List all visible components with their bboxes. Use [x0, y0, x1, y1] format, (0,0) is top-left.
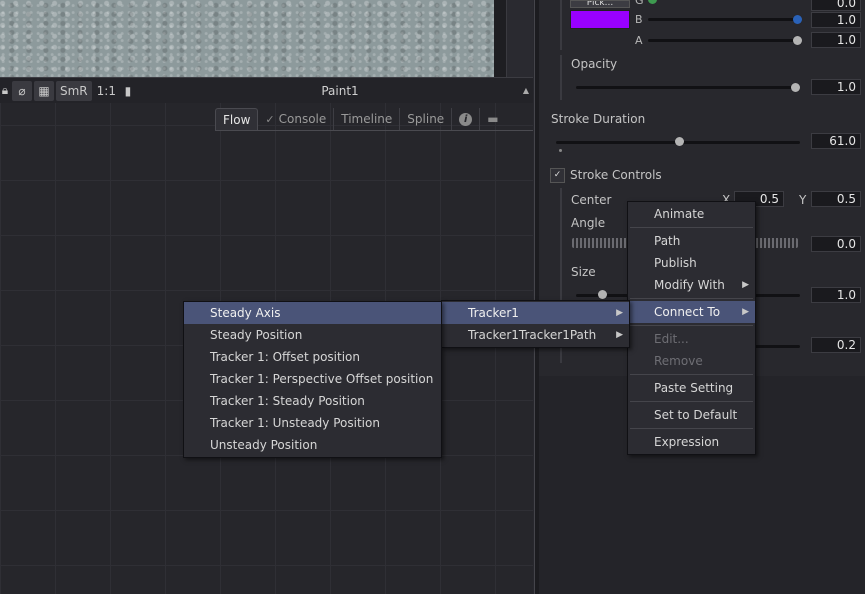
size-knob[interactable]	[598, 290, 607, 299]
menu-item-modify-with[interactable]: Modify With ▶	[628, 274, 755, 296]
connect-to-label: Connect To	[654, 305, 721, 319]
angle-label: Angle	[571, 216, 606, 230]
check-circle-icon: ✓	[265, 112, 275, 126]
lock-icon[interactable]: 🔒︎	[0, 81, 10, 101]
menu-item-path[interactable]: Path	[628, 230, 755, 252]
tabs-underline	[215, 130, 533, 131]
a-channel-value[interactable]: 1.0	[811, 32, 861, 48]
tab-timeline[interactable]: Timeline	[334, 108, 401, 130]
b-channel-knob[interactable]	[793, 15, 802, 24]
opacity-knob[interactable]	[791, 83, 800, 92]
comment-icon: ▬	[487, 112, 499, 126]
stroke-duration-value[interactable]: 61.0	[811, 133, 861, 149]
submenu-item-steady-axis[interactable]: Steady Axis	[184, 302, 441, 324]
submenu-item-unsteady-position[interactable]: Unsteady Position	[184, 434, 441, 456]
submenu-item-tracker1[interactable]: Tracker1 ▶	[442, 302, 629, 324]
center-y-value[interactable]: 0.5	[811, 191, 861, 207]
pick-button[interactable]: Pick...	[570, 0, 630, 8]
tab-spline[interactable]: Spline	[400, 108, 453, 130]
tracker1-path-label: Tracker1Tracker1Path	[468, 328, 597, 342]
a-channel-knob[interactable]	[793, 36, 802, 45]
zoom-ratio-button[interactable]: 1:1	[94, 81, 119, 101]
menu-separator	[630, 325, 753, 326]
opacity-value[interactable]: 1.0	[811, 79, 861, 95]
opacity-track[interactable]	[576, 86, 800, 89]
menu-item-expression[interactable]: Expression	[628, 431, 755, 453]
submenu-item-perspective-offset-position[interactable]: Tracker 1: Perspective Offset position	[184, 368, 441, 390]
menu-item-remove: Remove	[654, 354, 703, 368]
tab-console[interactable]: ✓ Console	[258, 108, 335, 130]
size-value[interactable]: 1.0	[811, 287, 861, 303]
menu-separator	[630, 374, 753, 375]
submenu-item-tracker1-path[interactable]: Tracker1Tracker1Path ▶	[442, 324, 629, 346]
opacity-rule	[560, 55, 562, 100]
info-icon: i	[459, 112, 473, 126]
tab-flow[interactable]: Flow	[215, 107, 259, 131]
menu-item-animate[interactable]: Animate	[628, 203, 755, 225]
submenu-item-steady-position[interactable]: Steady Position	[184, 324, 441, 346]
viewer-title: Paint1	[321, 83, 359, 98]
menu-separator	[630, 298, 753, 299]
viewer-image	[0, 0, 494, 77]
stroke-duration-knob[interactable]	[675, 137, 684, 146]
tab-comments[interactable]: ▬	[480, 108, 505, 130]
menu-item-publish[interactable]: Publish	[628, 252, 755, 274]
center-label: Center	[571, 193, 612, 207]
g-channel-label: G	[635, 0, 644, 7]
checker-icon[interactable]: ▦	[34, 80, 54, 101]
menu-separator	[630, 227, 753, 228]
menu-separator	[630, 428, 753, 429]
b-channel-track[interactable]	[648, 18, 800, 21]
a-channel-label: A	[635, 34, 643, 47]
size-label: Size	[571, 265, 596, 279]
tab-console-label: Console	[278, 112, 327, 126]
keyframe-dot-icon	[559, 149, 562, 152]
modify-with-label: Modify With	[654, 278, 725, 292]
tracker1-label: Tracker1	[468, 306, 519, 320]
b-channel-value[interactable]: 1.0	[811, 12, 861, 28]
pick-button-label: Pick...	[586, 0, 614, 8]
menu-item-set-to-default[interactable]: Set to Default	[628, 404, 755, 426]
stroke-controls-label: Stroke Controls	[570, 168, 662, 182]
angle-value[interactable]: 0.0	[811, 236, 861, 252]
submenu-item-tracker-unsteady-position[interactable]: Tracker 1: Unsteady Position	[184, 412, 441, 434]
panel-tabs: Flow ✓ Console Timeline Spline i ▬	[215, 107, 506, 131]
roi-icon[interactable]: ⌀	[12, 80, 32, 101]
opacity-label: Opacity	[571, 57, 618, 71]
menu-item-connect-to[interactable]: Connect To ▶	[628, 301, 755, 323]
tracker1-submenu: Steady Axis Steady Position Tracker 1: O…	[183, 301, 442, 458]
menu-separator	[630, 401, 753, 402]
submenu-arrow-icon: ▶	[742, 307, 749, 317]
menu-item-edit: Edit...	[654, 332, 689, 346]
smr-button[interactable]: SmR	[56, 80, 92, 101]
submenu-arrow-icon: ▶	[742, 280, 749, 290]
submenu-arrow-icon: ▶	[616, 308, 623, 318]
a-channel-track[interactable]	[648, 39, 800, 42]
viewer-scrollbar[interactable]	[506, 0, 533, 77]
tab-flow-label: Flow	[223, 112, 251, 127]
stroke-controls-toggle[interactable]: ✓	[550, 168, 565, 183]
stroke-duration-label: Stroke Duration	[551, 112, 646, 126]
levels-icon[interactable]: ▮	[121, 81, 135, 101]
group-rule	[560, 0, 562, 50]
submenu-arrow-icon: ▶	[616, 330, 623, 340]
submenu-item-offset-position[interactable]: Tracker 1: Offset position	[184, 346, 441, 368]
tab-spline-label: Spline	[407, 112, 445, 126]
center-y-label: Y	[799, 193, 807, 207]
submenu-item-tracker-steady-position[interactable]: Tracker 1: Steady Position	[184, 390, 441, 412]
viewer-side-strip	[494, 0, 506, 77]
tab-info[interactable]: i	[452, 108, 481, 130]
connect-to-submenu: Tracker1 ▶ Tracker1Tracker1Path ▶	[441, 300, 630, 348]
spacing-value[interactable]: 0.2	[811, 337, 861, 353]
viewer-toolbar: 🔒︎ ⌀ ▦ SmR 1:1 ▮ Paint1 ▲	[0, 77, 533, 104]
g-channel-value[interactable]: 0.0	[811, 0, 861, 11]
tab-timeline-label: Timeline	[341, 112, 393, 126]
caret-up-icon[interactable]: ▲	[523, 86, 529, 95]
menu-item-paste-setting[interactable]: Paste Setting	[628, 377, 755, 399]
context-menu: Animate Path Publish Modify With ▶ Connec…	[627, 201, 756, 455]
b-channel-label: B	[635, 13, 643, 26]
color-swatch[interactable]	[570, 10, 630, 29]
